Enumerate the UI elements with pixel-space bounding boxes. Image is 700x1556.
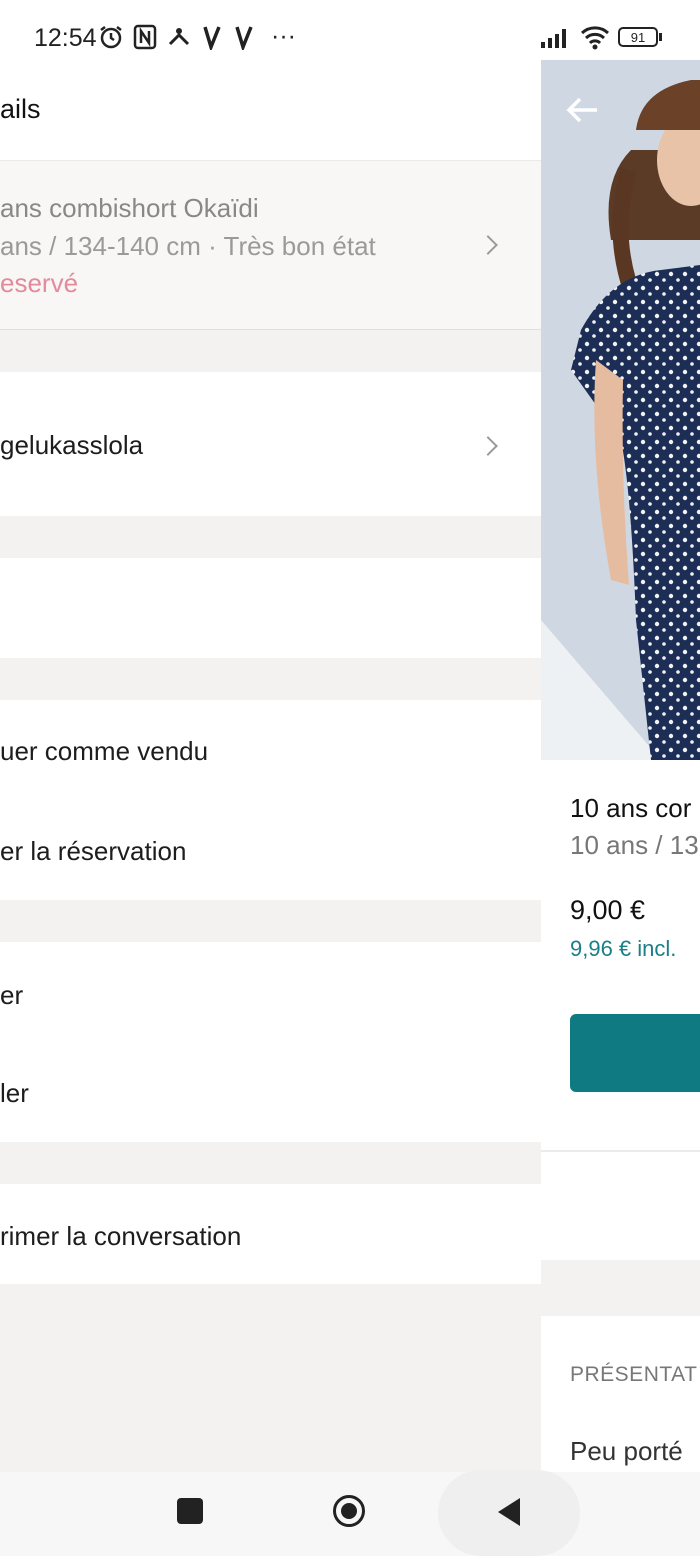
secondary-action[interactable]: er [0, 942, 541, 1042]
panel-title: ails [0, 94, 41, 124]
item-card[interactable]: ans combishort Okaïdi ans / 134-140 cm ·… [0, 160, 541, 331]
price-incl-protection[interactable]: 9,96 € incl. [570, 936, 676, 962]
empty-row [0, 558, 541, 658]
system-nav-bar [0, 1470, 700, 1556]
section-divider [541, 1260, 700, 1316]
mark-as-sold-action[interactable]: uer comme vendu [0, 700, 541, 800]
action-label: er [0, 980, 24, 1010]
back-button[interactable] [496, 1496, 522, 1528]
action-label: uer comme vendu [0, 736, 209, 766]
section-divider [0, 516, 541, 558]
alarm-icon [98, 24, 124, 50]
action-label: er la réservation [0, 836, 187, 866]
buy-button[interactable] [570, 1014, 700, 1092]
wifi-icon [580, 24, 610, 50]
cancel-reservation-action[interactable]: er la réservation [0, 800, 541, 900]
v-app-icon [234, 24, 254, 50]
recent-apps-button[interactable] [177, 1498, 203, 1524]
section-divider [0, 1142, 541, 1184]
action-label: rimer la conversation [0, 1221, 242, 1251]
home-button[interactable] [332, 1494, 366, 1528]
item-status: eservé [0, 268, 79, 298]
chevron-right-icon [478, 235, 498, 255]
user-row[interactable]: gelukasslola [0, 372, 541, 516]
status-more: ··· [271, 22, 296, 50]
section-divider [0, 900, 541, 942]
panel-footer-area [0, 1284, 541, 1472]
nfc-icon [133, 24, 157, 50]
signal-icon [540, 26, 572, 48]
item-photo [541, 60, 700, 760]
item-meta: ans / 134-140 cm · Très bon état [0, 231, 376, 261]
battery-icon: 91 [618, 27, 658, 47]
item-price: 9,00 € [570, 895, 646, 925]
status-time: 12:54 [34, 24, 97, 52]
section-heading: PRÉSENTAT [570, 1363, 698, 1386]
battery-tip [659, 33, 662, 41]
conversation-details-panel: ails ans combishort Okaïdi ans / 134-140… [0, 60, 541, 1472]
action-label: ler [0, 1078, 29, 1108]
divider [541, 1150, 700, 1152]
section-divider [0, 330, 541, 372]
item-subtitle: 10 ans / 13 [570, 830, 699, 860]
back-arrow-icon[interactable] [565, 96, 599, 124]
secondary-action[interactable]: ler [0, 1042, 541, 1142]
item-description: Peu porté [570, 1436, 683, 1466]
item-title: 10 ans cor [570, 793, 692, 823]
user-name: gelukasslola [0, 430, 144, 460]
notification-icon [166, 26, 192, 48]
section-divider [0, 658, 541, 700]
item-title: ans combishort Okaïdi [0, 193, 259, 223]
v-app-icon [202, 24, 222, 50]
item-page-panel: 10 ans cor 10 ans / 13 9,00 € 9,96 € inc… [541, 60, 700, 1472]
chevron-right-icon [478, 436, 498, 456]
battery-level: 91 [630, 29, 646, 45]
delete-conversation-action[interactable]: rimer la conversation [0, 1184, 541, 1284]
